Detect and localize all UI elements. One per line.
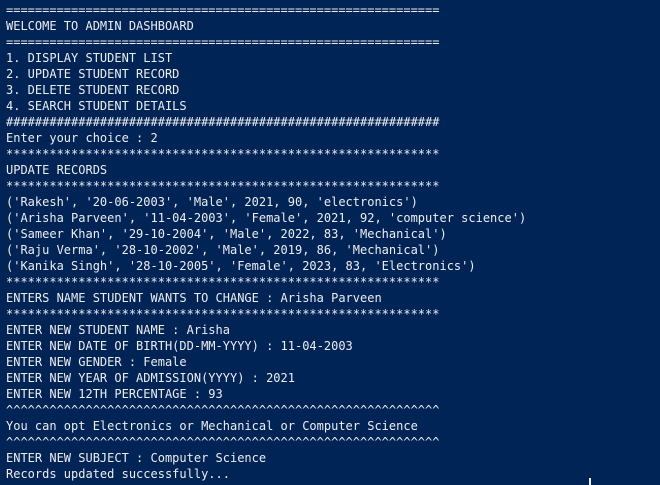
separator-line: ========================================… — [6, 35, 440, 49]
new-dob-prompt: ENTER NEW DATE OF BIRTH(DD-MM-YYYY) : 11… — [6, 339, 353, 353]
student-record-row: ('Sameer Khan', '29-10-2004', 'Male', 20… — [6, 227, 447, 241]
new-subject-prompt: ENTER NEW SUBJECT : Computer Science — [6, 451, 267, 465]
separator-line: ****************************************… — [6, 147, 440, 161]
success-message: Records updated successfully... — [6, 467, 230, 481]
separator-line: ****************************************… — [6, 179, 440, 193]
terminal-window[interactable]: ========================================… — [0, 0, 660, 485]
menu-option-delete: 3. DELETE STUDENT RECORD — [6, 83, 180, 97]
separator-line: ========================================… — [6, 3, 440, 17]
name-change-prompt: ENTERS NAME STUDENT WANTS TO CHANGE : Ar… — [6, 291, 382, 305]
student-record-row: ('Arisha Parveen', '11-04-2003', 'Female… — [6, 211, 527, 225]
student-record-row: ('Rakesh', '20-06-2003', 'Male', 2021, 9… — [6, 195, 418, 209]
new-admission-year-prompt: ENTER NEW YEAR OF ADMISSION(YYYY) : 2021 — [6, 371, 295, 385]
choice-prompt: Enter your choice : 2 — [6, 131, 158, 145]
new-percentage-prompt: ENTER NEW 12TH PERCENTAGE : 93 — [6, 387, 223, 401]
menu-option-update: 2. UPDATE STUDENT RECORD — [6, 67, 180, 81]
section-heading: UPDATE RECORDS — [6, 163, 108, 177]
separator-line: ^^^^^^^^^^^^^^^^^^^^^^^^^^^^^^^^^^^^^^^^… — [6, 403, 440, 417]
separator-line: ****************************************… — [6, 275, 440, 289]
menu-option-search: 4. SEARCH STUDENT DETAILS — [6, 99, 187, 113]
subject-options-hint: You can opt Electronics or Mechanical or… — [6, 419, 418, 433]
separator-line: ****************************************… — [6, 307, 440, 321]
student-record-row: ('Kanika Singh', '28-10-2005', 'Female',… — [6, 259, 476, 273]
separator-line: ^^^^^^^^^^^^^^^^^^^^^^^^^^^^^^^^^^^^^^^^… — [6, 435, 440, 449]
text-cursor — [589, 478, 591, 485]
new-name-prompt: ENTER NEW STUDENT NAME : Arisha — [6, 323, 230, 337]
separator-line: ########################################… — [6, 115, 440, 129]
new-gender-prompt: ENTER NEW GENDER : Female — [6, 355, 187, 369]
student-record-row: ('Raju Verma', '28-10-2002', 'Male', 201… — [6, 243, 440, 257]
menu-option-display: 1. DISPLAY STUDENT LIST — [6, 51, 173, 65]
dashboard-title: WELCOME TO ADMIN DASHBOARD — [6, 19, 194, 33]
